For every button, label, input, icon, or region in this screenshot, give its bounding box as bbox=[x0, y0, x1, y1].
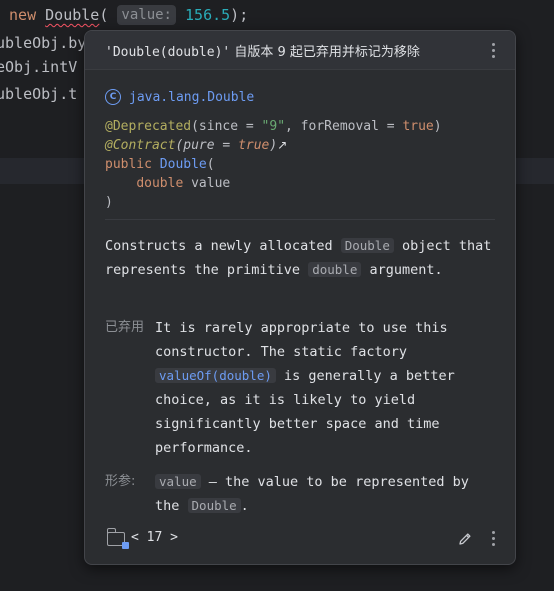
for-removal-value: true bbox=[402, 119, 434, 134]
number-literal: 156.5 bbox=[185, 6, 231, 24]
divider bbox=[105, 219, 495, 220]
deprecation-message: 自版本 9 起已弃用并标记为移除 bbox=[230, 45, 420, 60]
pure-key: pure = bbox=[183, 138, 239, 153]
quick-documentation-popup: 'Double(double)' 自版本 9 起已弃用并标记为移除 C java… bbox=[84, 30, 516, 565]
code-chip-double: Double bbox=[187, 498, 241, 513]
param-text: . bbox=[240, 498, 249, 514]
popup-header: 'Double(double)' 自版本 9 起已弃用并标记为移除 bbox=[85, 31, 515, 70]
footer-more-options-icon[interactable] bbox=[492, 531, 496, 547]
code-chip-double-primitive: double bbox=[308, 262, 362, 277]
code-chip-double-class: Double bbox=[340, 238, 394, 253]
param-description: value – the value to be represented by t… bbox=[155, 470, 495, 518]
version-navigation: < 17 > bbox=[131, 530, 178, 545]
deprecated-annotation[interactable]: @Deprecated bbox=[105, 119, 191, 134]
jdk-version: 17 bbox=[146, 530, 163, 545]
valueof-link[interactable]: valueOf(double) bbox=[155, 368, 276, 383]
prev-version-button[interactable]: < bbox=[131, 530, 139, 545]
ctor-open-paren: ( bbox=[206, 157, 215, 172]
popup-footer: < 17 > bbox=[85, 526, 515, 556]
next-version-button[interactable]: > bbox=[170, 530, 178, 545]
annotation-close: ) bbox=[433, 119, 442, 134]
description-text: Constructs a newly allocated bbox=[105, 238, 341, 254]
deprecated-text: It is rarely appropriate to use this con… bbox=[155, 320, 448, 360]
open-paren: ( bbox=[99, 6, 109, 24]
package-name-link[interactable]: java.lang.Double bbox=[129, 90, 254, 105]
constructor-description: Constructs a newly allocated Double obje… bbox=[105, 234, 500, 282]
code-line-1[interactable]: new Double( value: 156.5); bbox=[0, 3, 248, 27]
constructor-signature: @Deprecated(since = "9", forRemoval = tr… bbox=[105, 117, 442, 212]
deprecated-label: 已弃用 bbox=[105, 320, 145, 335]
code-keyword-new: new bbox=[0, 6, 46, 24]
params-label: 形参: bbox=[105, 474, 136, 489]
param-type: double bbox=[136, 176, 184, 191]
constructor-name: Double bbox=[159, 157, 207, 172]
description-text: argument. bbox=[361, 262, 443, 278]
deprecated-explanation: It is rarely appropriate to use this con… bbox=[155, 316, 495, 460]
library-folder-icon[interactable] bbox=[106, 528, 129, 549]
ctor-close-paren: ) bbox=[105, 195, 113, 210]
code-line-4[interactable]: ubleObj.t bbox=[0, 82, 77, 106]
pure-value: true bbox=[238, 138, 270, 153]
pencil-icon[interactable] bbox=[457, 531, 473, 547]
contract-annotation[interactable]: @Contract bbox=[105, 138, 175, 153]
annotation-args: (since = bbox=[191, 119, 262, 134]
deprecation-title: 'Double(double)' 自版本 9 起已弃用并标记为移除 bbox=[105, 41, 420, 60]
code-line-2[interactable]: ubleObj.by bbox=[0, 31, 86, 55]
modifier-public: public bbox=[105, 157, 152, 172]
deprecated-signature: 'Double(double)' bbox=[105, 45, 231, 60]
statement-end: ); bbox=[230, 6, 249, 24]
header-more-options-icon[interactable] bbox=[492, 43, 496, 59]
package-row: C java.lang.Double bbox=[105, 87, 254, 107]
parameter-name-hint: value: bbox=[117, 5, 176, 25]
for-removal-key: , forRemoval = bbox=[285, 119, 403, 134]
code-chip-value: value bbox=[155, 474, 201, 489]
class-icon: C bbox=[105, 89, 121, 105]
code-line-3[interactable]: eObj.intV bbox=[0, 55, 77, 79]
param-name: value bbox=[183, 176, 231, 191]
external-annotation-icon[interactable]: ↗ bbox=[277, 138, 287, 152]
deprecated-class-reference[interactable]: Double bbox=[45, 6, 99, 24]
since-value: "9" bbox=[261, 119, 286, 134]
